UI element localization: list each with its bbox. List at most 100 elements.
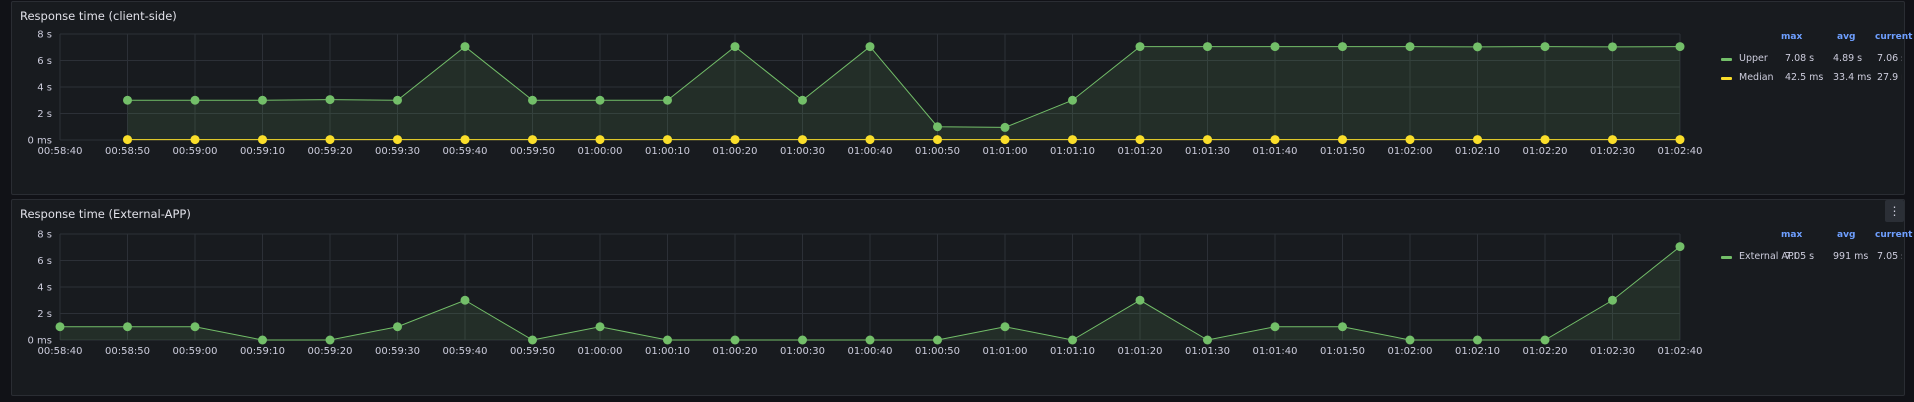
data-point[interactable] [595,322,605,332]
data-point[interactable] [258,135,267,145]
data-point[interactable] [1473,335,1482,345]
data-point[interactable] [190,95,200,105]
data-point[interactable] [1203,135,1212,145]
data-point[interactable] [1135,295,1145,305]
data-point[interactable] [1203,42,1212,52]
data-point[interactable] [1540,135,1550,145]
data-point[interactable] [1338,322,1347,332]
legend-header-avg[interactable]: avg [1837,230,1855,244]
data-point[interactable] [663,335,672,345]
data-point[interactable] [1608,135,1617,145]
data-point[interactable] [1675,242,1685,252]
data-point[interactable] [1473,135,1482,145]
x-tick-label: 01:01:10 [1050,346,1095,357]
data-point[interactable] [1068,95,1077,105]
legend-header-max[interactable]: max [1781,230,1802,244]
data-point[interactable] [393,135,402,145]
legend-header-current[interactable]: current [1875,230,1912,244]
data-point[interactable] [933,335,942,345]
data-point[interactable] [730,335,740,345]
data-point[interactable] [55,322,65,332]
legend-header-avg[interactable]: avg [1837,32,1855,46]
data-point[interactable] [730,42,740,52]
data-point[interactable] [1405,42,1415,52]
data-point[interactable] [528,135,537,145]
data-point[interactable] [865,335,875,345]
panel-title[interactable]: Response time (client-side) [20,9,177,23]
legend-series-name: Upper [1739,53,1768,64]
x-tick-label: 00:59:30 [375,146,420,157]
data-point[interactable] [123,135,132,145]
data-point[interactable] [865,42,875,52]
data-point[interactable] [325,135,335,145]
data-point[interactable] [1068,135,1077,145]
data-point[interactable] [1203,335,1212,345]
data-point[interactable] [798,135,807,145]
data-point[interactable] [258,335,267,345]
data-point[interactable] [1270,322,1280,332]
x-tick-label: 01:01:50 [1320,346,1365,357]
data-point[interactable] [123,95,132,105]
data-point[interactable] [393,95,402,105]
data-point[interactable] [798,95,807,105]
data-point[interactable] [460,295,470,305]
data-point[interactable] [730,135,740,145]
data-point[interactable] [1405,335,1415,345]
response-time-chart[interactable]: 0 ms 2 s 4 s 6 s 8 s 00:58:40 00:58:50 00:59:00… [12,26,1712,194]
data-point[interactable] [865,135,875,145]
data-point[interactable] [1270,42,1280,52]
data-point[interactable] [663,95,672,105]
data-point[interactable] [1608,295,1617,305]
data-point[interactable] [1000,322,1010,332]
data-point[interactable] [1270,135,1280,145]
data-point[interactable] [325,335,335,345]
legend-header-max[interactable]: max [1781,32,1802,46]
legend-row[interactable]: External API7.05 s991 ms7.05 s [1717,248,1902,266]
data-point[interactable] [1338,135,1347,145]
x-tick-label: 00:59:20 [308,346,353,357]
data-point[interactable] [798,335,807,345]
data-point[interactable] [1675,42,1685,52]
data-point[interactable] [1135,135,1145,145]
legend-row[interactable]: Median 42.5 ms 33.4 ms 27.9 ms [1717,69,1902,87]
data-point[interactable] [1608,42,1617,52]
data-point[interactable] [123,322,132,332]
data-point[interactable] [190,135,200,145]
data-point[interactable] [1540,42,1550,52]
data-point[interactable] [460,135,470,145]
data-point[interactable] [393,322,402,332]
legend-value-avg: 991 ms [1833,251,1869,262]
data-point[interactable] [460,42,470,52]
data-point[interactable] [190,322,200,332]
data-point[interactable] [933,122,942,132]
data-point[interactable] [1540,335,1550,345]
response-time-chart[interactable]: 0 ms 2 s 4 s 6 s 8 s 00:58:40 00:58:50 00:59:00… [12,226,1712,394]
data-point[interactable] [1000,122,1010,132]
data-point[interactable] [1338,42,1347,52]
legend-header-current[interactable]: current [1875,32,1912,46]
data-point[interactable] [258,95,267,105]
data-point[interactable] [1000,135,1010,145]
kebab-menu-icon[interactable]: ⋮ [1885,200,1904,222]
x-tick-label: 01:00:00 [578,346,623,357]
data-point[interactable] [325,95,335,105]
x-tick-label: 00:59:40 [443,346,488,357]
legend-row[interactable]: Upper 7.08 s 4.89 s 7.06 s [1717,50,1902,68]
data-point[interactable] [528,95,537,105]
data-point[interactable] [1675,135,1685,145]
x-tick-label: 00:59:00 [173,146,218,157]
x-tick-label: 00:58:40 [38,146,83,157]
data-point[interactable] [1405,135,1415,145]
y-tick-label: 4 s [37,83,52,94]
data-point[interactable] [1473,42,1482,52]
x-tick-label: 01:02:30 [1590,146,1635,157]
data-point[interactable] [1135,42,1145,52]
data-point[interactable] [663,135,672,145]
panel-title[interactable]: Response time (External-APP) [20,207,191,221]
data-point[interactable] [933,135,942,145]
data-point[interactable] [595,135,605,145]
chart-legend: max avg current External API 7.05 s 991 ms 7.0… [1717,230,1912,280]
data-point[interactable] [528,335,537,345]
data-point[interactable] [595,95,605,105]
data-point[interactable] [1068,335,1077,345]
